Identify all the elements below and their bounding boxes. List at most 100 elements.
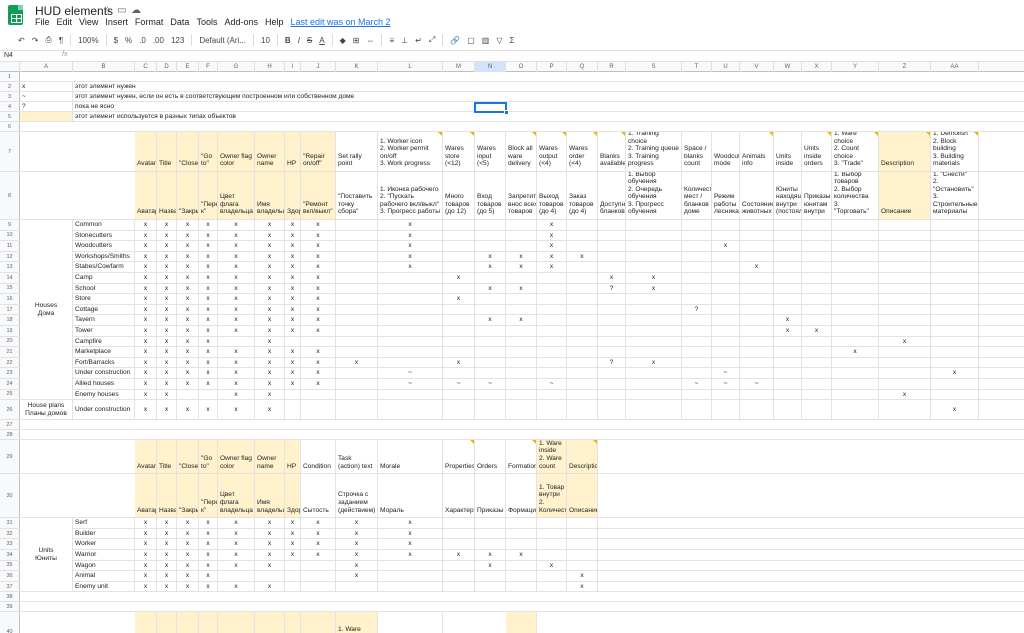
value-cell[interactable]: x: [255, 273, 285, 283]
value-cell[interactable]: x: [255, 550, 285, 560]
column-title[interactable]: Сытость: [301, 474, 336, 518]
value-cell[interactable]: x: [301, 528, 336, 539]
value-cell[interactable]: [443, 347, 475, 357]
row-label[interactable]: Cottage: [73, 304, 135, 315]
value-cell[interactable]: x: [774, 326, 802, 336]
value-cell[interactable]: [740, 283, 774, 294]
value-cell[interactable]: [443, 389, 475, 400]
value-cell[interactable]: [879, 347, 931, 357]
value-cell[interactable]: ?: [682, 304, 712, 315]
row-number[interactable]: 3: [0, 92, 20, 101]
value-cell[interactable]: [832, 326, 879, 336]
value-cell[interactable]: [712, 251, 740, 262]
row-label[interactable]: Under construction: [73, 400, 135, 420]
value-cell[interactable]: [567, 273, 598, 283]
cloud-icon[interactable]: ☁: [131, 5, 141, 16]
value-cell[interactable]: x: [218, 368, 255, 378]
legend-text[interactable]: пока не ясно: [73, 102, 473, 111]
value-cell[interactable]: ~: [443, 379, 475, 389]
column-title[interactable]: Owner flag color: [218, 440, 255, 474]
value-cell[interactable]: [931, 336, 979, 347]
value-cell[interactable]: [506, 400, 537, 420]
column-title[interactable]: Avatar: [135, 440, 157, 474]
row-label[interactable]: Common: [73, 220, 135, 230]
row-number[interactable]: 18: [0, 315, 20, 325]
value-cell[interactable]: x: [301, 539, 336, 549]
select-all-corner[interactable]: [0, 62, 20, 72]
value-cell[interactable]: [931, 315, 979, 325]
value-cell[interactable]: x: [177, 336, 199, 347]
value-cell[interactable]: [443, 230, 475, 241]
column-header-x[interactable]: X: [802, 62, 832, 72]
column-title[interactable]: Set rally point: [336, 132, 378, 171]
value-cell[interactable]: [774, 304, 802, 315]
cell[interactable]: [301, 612, 336, 633]
value-cell[interactable]: [626, 326, 682, 336]
value-cell[interactable]: x: [199, 400, 218, 420]
value-cell[interactable]: [931, 326, 979, 336]
value-cell[interactable]: [443, 326, 475, 336]
value-cell[interactable]: x: [199, 528, 218, 539]
cell[interactable]: [177, 612, 199, 633]
value-cell[interactable]: x: [177, 539, 199, 549]
value-cell[interactable]: [802, 304, 832, 315]
row-number[interactable]: 37: [0, 581, 20, 592]
value-cell[interactable]: [378, 336, 443, 347]
value-cell[interactable]: x: [177, 241, 199, 251]
value-cell[interactable]: x: [301, 379, 336, 389]
row-label[interactable]: Under construction: [73, 368, 135, 378]
value-cell[interactable]: [506, 220, 537, 230]
value-cell[interactable]: x: [177, 273, 199, 283]
value-cell[interactable]: x: [285, 518, 301, 528]
value-cell[interactable]: [774, 400, 802, 420]
value-cell[interactable]: [598, 400, 626, 420]
value-cell[interactable]: [475, 273, 506, 283]
value-cell[interactable]: [802, 379, 832, 389]
value-cell[interactable]: x: [157, 283, 177, 294]
value-cell[interactable]: [879, 273, 931, 283]
value-cell[interactable]: x: [177, 262, 199, 272]
value-cell[interactable]: x: [301, 368, 336, 378]
value-cell[interactable]: [567, 550, 598, 560]
value-cell[interactable]: [740, 347, 774, 357]
column-title[interactable]: Orders: [475, 440, 506, 474]
value-cell[interactable]: x: [506, 315, 537, 325]
value-cell[interactable]: x: [285, 368, 301, 378]
value-cell[interactable]: [475, 241, 506, 251]
legend-text[interactable]: этот элемент нужен: [73, 82, 473, 91]
cell[interactable]: [218, 612, 255, 633]
value-cell[interactable]: [285, 336, 301, 347]
value-cell[interactable]: [931, 379, 979, 389]
value-cell[interactable]: [832, 273, 879, 283]
cell[interactable]: [255, 612, 285, 633]
value-cell[interactable]: x: [135, 389, 157, 400]
legend-mark[interactable]: [20, 112, 73, 121]
value-cell[interactable]: x: [177, 560, 199, 571]
last-edit-link[interactable]: Last edit was on March 2: [291, 17, 391, 27]
value-cell[interactable]: x: [218, 273, 255, 283]
value-cell[interactable]: [567, 389, 598, 400]
value-cell[interactable]: x: [537, 251, 567, 262]
value-cell[interactable]: [879, 294, 931, 304]
value-cell[interactable]: [598, 315, 626, 325]
value-cell[interactable]: [879, 220, 931, 230]
value-cell[interactable]: x: [199, 518, 218, 528]
value-cell[interactable]: x: [157, 357, 177, 368]
value-cell[interactable]: [336, 400, 378, 420]
value-cell[interactable]: x: [301, 241, 336, 251]
value-cell[interactable]: x: [301, 273, 336, 283]
value-cell[interactable]: x: [537, 560, 567, 571]
value-cell[interactable]: x: [199, 326, 218, 336]
value-cell[interactable]: x: [199, 550, 218, 560]
value-cell[interactable]: [712, 400, 740, 420]
value-cell[interactable]: [626, 262, 682, 272]
column-title[interactable]: Description: [567, 440, 598, 474]
value-cell[interactable]: x: [506, 550, 537, 560]
value-cell[interactable]: [475, 294, 506, 304]
value-cell[interactable]: x: [285, 230, 301, 241]
column-title[interactable]: Формация: [506, 474, 537, 518]
value-cell[interactable]: x: [199, 581, 218, 592]
value-cell[interactable]: [682, 262, 712, 272]
column-header-e[interactable]: E: [177, 62, 199, 72]
value-cell[interactable]: [712, 273, 740, 283]
